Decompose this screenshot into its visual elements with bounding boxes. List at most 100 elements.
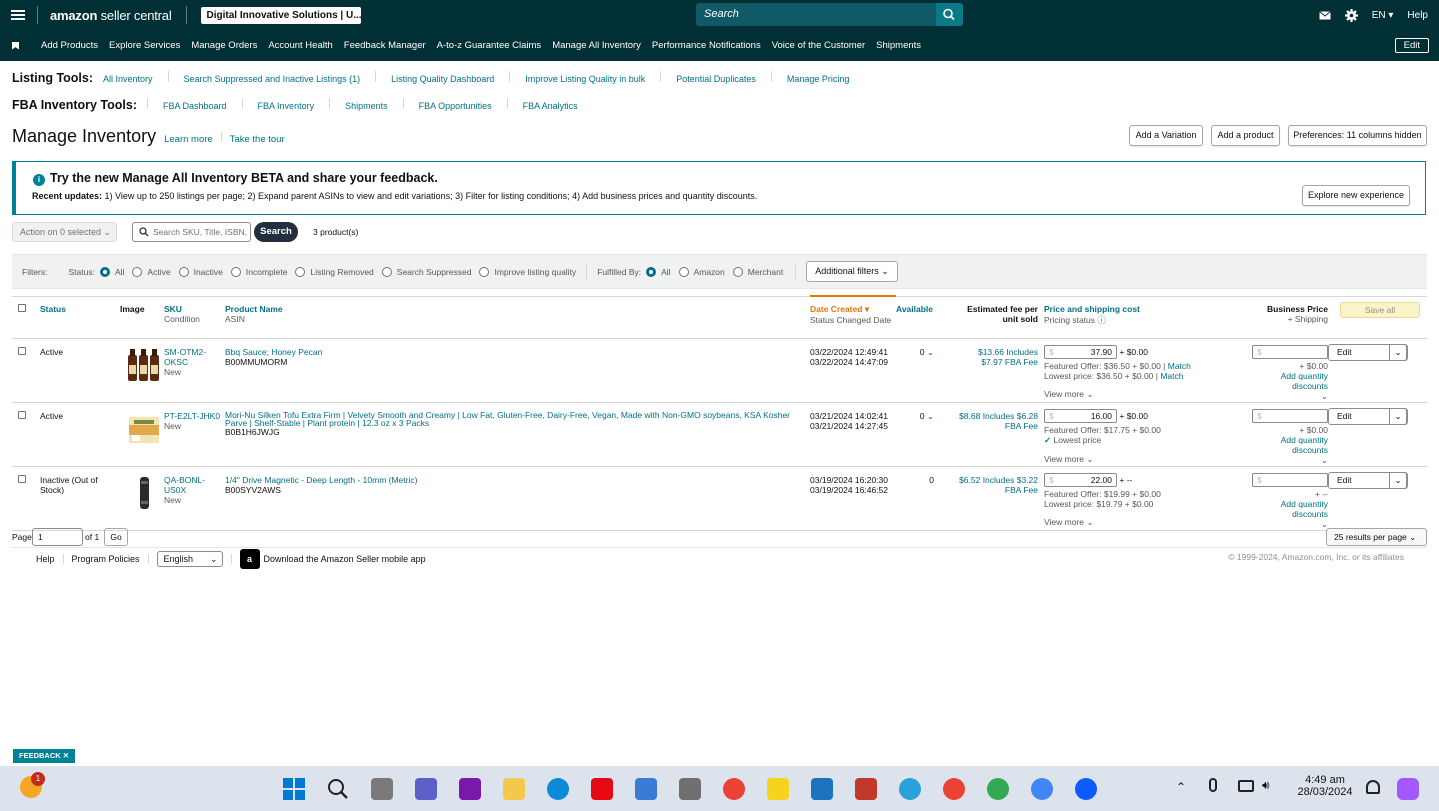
row-sku-link[interactable]: SM-OTM2-OKSC [164, 347, 225, 367]
fulfilled-radio-amazon[interactable]: Amazon [678, 266, 725, 277]
chevron-down-icon[interactable]: ⌄ [1244, 455, 1328, 466]
price-input[interactable]: $16.00 [1044, 408, 1117, 423]
footer-help-link[interactable]: Help [36, 554, 55, 564]
nav-feedback-manager[interactable]: Feedback Manager [344, 40, 426, 51]
explore-new-experience-button[interactable]: Explore new experience [1302, 185, 1410, 206]
nav-a-to-z-claims[interactable]: A-to-z Guarantee Claims [437, 40, 542, 51]
chevron-down-icon[interactable]: ⌄ [1389, 343, 1407, 361]
col-sku[interactable]: SKU [164, 304, 225, 314]
amazon-app-icon[interactable]: a [239, 549, 260, 569]
chevron-down-icon[interactable]: ⌄ [927, 411, 934, 421]
chrome-profile-icon[interactable] [987, 778, 1009, 800]
chrome-profile-icon[interactable] [1031, 778, 1053, 800]
row-available[interactable]: 0 [920, 347, 925, 357]
add-variation-button[interactable]: Add a Variation [1129, 125, 1203, 146]
zoom-icon[interactable] [1075, 778, 1097, 800]
fba-shipments-link[interactable]: Shipments [345, 101, 388, 111]
row-checkbox[interactable] [18, 346, 26, 355]
nav-voice-of-customer[interactable]: Voice of the Customer [772, 40, 865, 51]
add-product-button[interactable]: Add a product [1211, 125, 1280, 146]
status-radio-improve-quality[interactable]: Improve listing quality [479, 266, 576, 277]
col-price[interactable]: Price and shipping cost [1044, 304, 1244, 314]
tool-potential-duplicates[interactable]: Potential Duplicates [676, 74, 756, 84]
onenote-icon[interactable] [459, 778, 481, 800]
chrome-icon[interactable] [723, 778, 745, 800]
language-dropdown[interactable]: English ⌄ [156, 551, 223, 567]
search-button[interactable]: Search [254, 222, 298, 242]
feedback-tab[interactable]: FEEDBACK ✕ [13, 749, 76, 763]
microphone-icon[interactable] [1209, 778, 1217, 792]
teams-icon[interactable] [415, 778, 437, 800]
go-button[interactable]: Go [104, 528, 128, 546]
status-radio-active[interactable]: Active [132, 266, 171, 277]
product-image-tofu[interactable] [126, 411, 162, 447]
status-radio-incomplete[interactable]: Incomplete [230, 266, 287, 277]
store-selector[interactable]: Digital Innovative Solutions | U... [200, 6, 361, 24]
col-status[interactable]: Status [40, 304, 120, 314]
netflix-icon[interactable] [591, 778, 613, 800]
fba-inventory-link[interactable]: FBA Inventory [258, 101, 315, 111]
volume-icon[interactable]: 🔊︎ [1262, 778, 1270, 793]
copilot-icon[interactable] [1397, 778, 1419, 800]
chevron-down-icon[interactable]: ⌄ [1244, 391, 1328, 402]
page-number-input[interactable]: 1 [32, 528, 83, 546]
network-icon[interactable] [1238, 780, 1254, 792]
add-quantity-discounts-link[interactable]: Add quantity discounts [1244, 499, 1328, 519]
select-all-checkbox[interactable] [18, 303, 26, 312]
tool-manage-pricing[interactable]: Manage Pricing [787, 74, 850, 84]
gear-icon[interactable] [1344, 8, 1358, 22]
edit-nav-button[interactable]: Edit [1394, 38, 1429, 53]
notifications-icon[interactable] [1366, 780, 1380, 794]
status-radio-inactive[interactable]: Inactive [178, 266, 223, 277]
row-product-name-link[interactable]: Mori-Nu Silken Tofu Extra Firm | Velvety… [225, 410, 810, 427]
sticky-notes-icon[interactable] [767, 778, 789, 800]
price-input[interactable]: $37.90 [1044, 344, 1117, 359]
tool-listing-quality-dashboard[interactable]: Listing Quality Dashboard [391, 74, 494, 84]
add-quantity-discounts-link[interactable]: Add quantity discounts [1244, 435, 1328, 455]
status-radio-listing-removed[interactable]: Listing Removed [295, 266, 374, 277]
business-price-input[interactable]: $ [1252, 472, 1328, 487]
price-input[interactable]: $22.00 [1044, 472, 1117, 487]
row-product-name-link[interactable]: 1/4" Drive Magnetic - Deep Length - 10mm… [225, 475, 810, 485]
add-quantity-discounts-link[interactable]: Add quantity discounts [1244, 371, 1328, 391]
mail-icon[interactable] [1318, 10, 1331, 20]
col-available[interactable]: Available [896, 304, 956, 314]
take-tour-link[interactable]: Take the tour [230, 134, 285, 145]
status-radio-search-suppressed[interactable]: Search Suppressed [381, 266, 471, 277]
product-image-socket[interactable] [126, 475, 162, 511]
row-checkbox[interactable] [18, 474, 26, 483]
program-policies-link[interactable]: Program Policies [72, 554, 140, 564]
chevron-up-icon[interactable]: ⌃ [1176, 780, 1186, 794]
row-fee-link[interactable]: $13.66 Includes $7.97 FBA Fee [956, 338, 1044, 402]
info-icon[interactable]: ⓘ [1097, 315, 1106, 325]
edge-icon[interactable] [547, 778, 569, 800]
global-search-input[interactable]: Search [696, 3, 936, 26]
row-fee-link[interactable]: $8.68 Includes $6.28 FBA Fee [956, 402, 1044, 466]
global-search-button[interactable] [936, 3, 963, 26]
row-product-name-link[interactable]: Bbq Sauce; Honey Pecan [225, 347, 810, 357]
additional-filters-button[interactable]: Additional filters ⌄ [806, 261, 898, 282]
fba-dashboard-link[interactable]: FBA Dashboard [163, 101, 227, 111]
preferences-button[interactable]: Preferences: 11 columns hidden [1288, 125, 1427, 146]
calculator-icon[interactable] [679, 778, 701, 800]
chevron-down-icon[interactable]: ⌄ [927, 347, 934, 357]
view-more-link[interactable]: View more ⌄ [1044, 517, 1244, 528]
fba-analytics-link[interactable]: FBA Analytics [523, 101, 578, 111]
fba-opportunities-link[interactable]: FBA Opportunities [419, 101, 492, 111]
help-link[interactable]: Help [1407, 10, 1428, 21]
bulk-action-dropdown[interactable]: Action on 0 selected ⌄ [12, 222, 117, 242]
row-sku-link[interactable]: PT-E2LT-JHK0 [164, 411, 225, 421]
row-available[interactable]: 0 [920, 411, 925, 421]
notepad-icon[interactable] [635, 778, 657, 800]
app-r-icon[interactable] [811, 778, 833, 800]
hamburger-menu-icon[interactable] [11, 10, 25, 20]
row-sku-link[interactable]: QA-BONL-US0X [164, 475, 225, 495]
business-price-input[interactable]: $ [1252, 344, 1328, 359]
language-selector[interactable]: EN ▾ [1372, 10, 1394, 21]
nav-add-products[interactable]: Add Products [41, 40, 98, 51]
telegram-icon[interactable] [899, 778, 921, 800]
bookmark-icon[interactable] [12, 41, 19, 50]
edit-dropdown-button[interactable]: Edit ⌄ [1328, 407, 1408, 425]
match-featured-link[interactable]: Match [1168, 361, 1191, 371]
save-all-button[interactable]: Save all [1340, 302, 1420, 318]
